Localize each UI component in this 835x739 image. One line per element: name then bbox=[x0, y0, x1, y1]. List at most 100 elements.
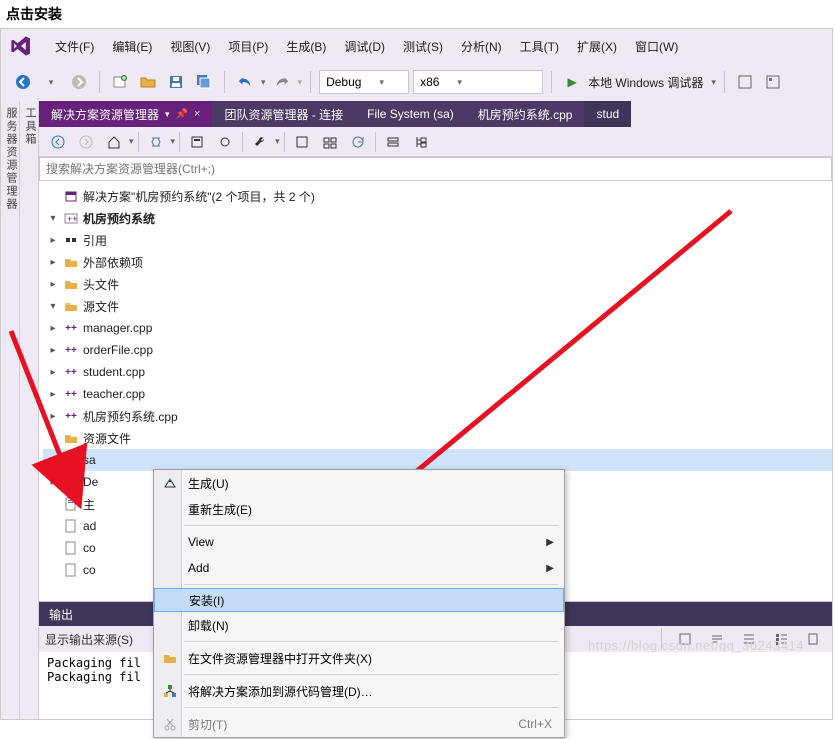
tree-row-file[interactable]: ▸++机房预约系统.cpp bbox=[43, 405, 832, 427]
menu-item-label: Add bbox=[188, 561, 209, 575]
tab-team-explorer[interactable]: 团队资源管理器 - 连接 bbox=[212, 101, 355, 127]
collapse-icon[interactable]: ▾ bbox=[47, 213, 59, 224]
pin-icon[interactable]: 📌 bbox=[176, 109, 188, 120]
debug-target-label[interactable]: 本地 Windows 调试器 bbox=[588, 74, 703, 91]
menu-edit[interactable]: 编辑(E) bbox=[104, 34, 160, 59]
menu-item-cut[interactable]: 剪切(T) Ctrl+X bbox=[154, 711, 564, 737]
context-menu: 生成(U) 重新生成(E) View ▶ Add ▶ 安装(I) 卸载(N) bbox=[153, 469, 565, 738]
menu-item-view[interactable]: View ▶ bbox=[154, 529, 564, 555]
open-button[interactable] bbox=[136, 70, 160, 94]
nav-back-button[interactable] bbox=[11, 70, 35, 94]
properties-icon[interactable] bbox=[289, 130, 315, 154]
switch-view-icon[interactable] bbox=[143, 130, 169, 154]
tree-label: co bbox=[83, 563, 96, 577]
start-debug-button[interactable]: ▶ bbox=[560, 70, 584, 94]
visual-studio-window: 文件(F) 编辑(E) 视图(V) 项目(P) 生成(B) 调试(D) 测试(S… bbox=[0, 28, 833, 720]
menu-view[interactable]: 视图(V) bbox=[162, 34, 218, 59]
separator bbox=[375, 132, 376, 152]
tab-stud[interactable]: stud bbox=[584, 101, 631, 127]
menu-item-uninstall[interactable]: 卸载(N) bbox=[154, 612, 564, 638]
tree-row-sa-project[interactable]: ▾ sa bbox=[43, 449, 832, 471]
save-all-button[interactable] bbox=[192, 70, 216, 94]
tree-row-external[interactable]: ▸ 外部依赖项 bbox=[43, 251, 832, 273]
menu-item-label: View bbox=[188, 535, 214, 549]
menu-tools[interactable]: 工具(T) bbox=[512, 34, 567, 59]
project-icon: ++ bbox=[63, 210, 79, 226]
separator bbox=[242, 132, 243, 152]
misc-button-1[interactable] bbox=[733, 70, 757, 94]
tree-label: De bbox=[83, 475, 98, 489]
solution-search[interactable] bbox=[39, 157, 832, 181]
tab-filesystem[interactable]: File System (sa) bbox=[355, 101, 466, 127]
close-icon[interactable]: × bbox=[194, 108, 200, 120]
solution-icon bbox=[63, 188, 79, 204]
chevron-down-icon[interactable]: ▾ bbox=[165, 109, 170, 120]
new-project-button[interactable] bbox=[108, 70, 132, 94]
expand-icon[interactable]: ▸ bbox=[47, 257, 59, 268]
search-input[interactable] bbox=[46, 162, 825, 176]
collapse-icon[interactable] bbox=[380, 130, 406, 154]
expand-icon[interactable]: ▸ bbox=[47, 235, 59, 246]
save-button[interactable] bbox=[164, 70, 188, 94]
tree-icon[interactable] bbox=[408, 130, 434, 154]
nav-forward-button[interactable]: ▾ bbox=[39, 70, 63, 94]
menu-build[interactable]: 生成(B) bbox=[278, 34, 334, 59]
separator bbox=[551, 71, 552, 93]
tree-row-solution[interactable]: 解决方案"机房预约系统"(2 个项目，共 2 个) bbox=[43, 185, 832, 207]
tree-row-project[interactable]: ▾ ++ 机房预约系统 bbox=[43, 207, 832, 229]
back-icon[interactable] bbox=[45, 130, 71, 154]
tree-label: 解决方案"机房预约系统"(2 个项目，共 2 个) bbox=[83, 188, 315, 205]
tree-row-resources[interactable]: 资源文件 bbox=[43, 427, 832, 449]
tree-row-file[interactable]: ▸++student.cpp bbox=[43, 361, 832, 383]
misc-button-2[interactable] bbox=[761, 70, 785, 94]
platform-combo[interactable]: x86▾ bbox=[413, 70, 543, 94]
tree-row-file[interactable]: ▸++orderFile.cpp bbox=[43, 339, 832, 361]
home-icon[interactable] bbox=[101, 130, 127, 154]
config-value: Debug bbox=[326, 75, 361, 89]
expand-icon[interactable]: ▸ bbox=[47, 279, 59, 290]
menu-item-open-folder[interactable]: 在文件资源管理器中打开文件夹(X) bbox=[154, 645, 564, 671]
tab-cpp-file[interactable]: 机房预约系统.cpp bbox=[466, 101, 585, 127]
menu-item-install[interactable]: 安装(I) bbox=[154, 588, 564, 612]
main-toolbar: ▾ ▾ ▾ Debug▾ x86▾ ▶ 本地 Windows 调试器 ▾ bbox=[1, 63, 832, 101]
menu-window[interactable]: 窗口(W) bbox=[627, 34, 686, 59]
tree-row-file[interactable]: ▸++teacher.cpp bbox=[43, 383, 832, 405]
menu-extensions[interactable]: 扩展(X) bbox=[569, 34, 625, 59]
menu-debug[interactable]: 调试(D) bbox=[336, 34, 393, 59]
menu-project[interactable]: 项目(P) bbox=[220, 34, 276, 59]
menu-item-rebuild[interactable]: 重新生成(E) bbox=[154, 496, 564, 522]
tree-row-references[interactable]: ▸ 引用 bbox=[43, 229, 832, 251]
separator bbox=[224, 71, 225, 93]
menu-item-shortcut: Ctrl+X bbox=[518, 717, 552, 731]
cpp-icon: ++ bbox=[63, 342, 79, 358]
collapse-icon[interactable]: ▾ bbox=[47, 301, 59, 312]
config-combo[interactable]: Debug▾ bbox=[319, 70, 409, 94]
refresh-icon[interactable] bbox=[345, 130, 371, 154]
left-vertical-tabs: 服务器资源管理器 工具箱 bbox=[1, 101, 39, 719]
tree-row-sources[interactable]: ▾ 源文件 bbox=[43, 295, 832, 317]
menu-analyze[interactable]: 分析(N) bbox=[453, 34, 510, 59]
menu-file[interactable]: 文件(F) bbox=[47, 34, 102, 59]
toolbox-tab[interactable]: 工具箱 bbox=[20, 101, 39, 719]
menu-separator bbox=[184, 584, 558, 585]
tree-row-file[interactable]: ▸++manager.cpp bbox=[43, 317, 832, 339]
menu-item-add[interactable]: Add ▶ bbox=[154, 555, 564, 581]
show-all-icon[interactable] bbox=[317, 130, 343, 154]
redo-button[interactable] bbox=[270, 70, 294, 94]
menu-test[interactable]: 测试(S) bbox=[395, 34, 451, 59]
menu-item-add-scm[interactable]: 将解决方案添加到源代码管理(D)… bbox=[154, 678, 564, 704]
tree-row-headers[interactable]: ▸ 头文件 bbox=[43, 273, 832, 295]
wrench-icon[interactable] bbox=[247, 130, 273, 154]
collapse-icon[interactable]: ▾ bbox=[47, 455, 59, 466]
sync-icon[interactable] bbox=[212, 130, 238, 154]
server-explorer-tab[interactable]: 服务器资源管理器 bbox=[1, 101, 20, 719]
menu-separator bbox=[184, 525, 558, 526]
content-area: 服务器资源管理器 工具箱 解决方案资源管理器 ▾ 📌 × 团队资源管理器 - 连… bbox=[1, 101, 832, 719]
tab-solution-explorer[interactable]: 解决方案资源管理器 ▾ 📌 × bbox=[39, 101, 212, 127]
tree-label: ad bbox=[83, 519, 96, 533]
filter-icon[interactable] bbox=[184, 130, 210, 154]
separator bbox=[724, 71, 725, 93]
menu-separator bbox=[184, 641, 558, 642]
undo-button[interactable] bbox=[233, 70, 257, 94]
menu-item-build[interactable]: 生成(U) bbox=[154, 470, 564, 496]
